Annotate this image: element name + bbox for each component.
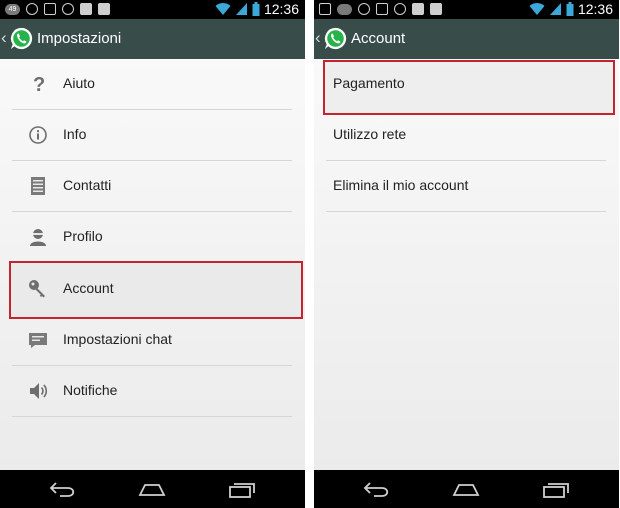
menu-item-label: Impostazioni chat [63,331,172,347]
play-store-icon [412,3,424,15]
recent-apps-icon[interactable] [541,478,571,500]
alarm-icon [394,3,406,15]
svg-text:?: ? [33,74,45,95]
profile-icon [30,229,46,246]
menu-item-aiuto[interactable]: ? Aiuto [0,59,305,110]
chat-icon [29,333,47,348]
battery-icon [566,2,574,16]
menu-item-notifiche[interactable]: Notifiche [0,366,305,417]
signal-icon [549,3,561,15]
back-icon[interactable] [48,478,78,500]
key-icon [29,280,45,298]
menu-item-label: Elimina il mio account [333,177,469,193]
menu-item-impostazioni-chat[interactable]: Impostazioni chat [0,315,305,366]
up-navigation-icon[interactable]: ‹ [315,28,321,48]
menu-item-utilizzo-rete[interactable]: Utilizzo rete [314,110,619,161]
menu-item-label: Notifiche [63,382,118,398]
notification-count-icon: 49 [5,3,20,15]
play-store-icon [430,3,442,15]
whatsapp-logo-icon[interactable] [9,26,34,51]
system-status: 12:36 [529,1,613,17]
menu-item-label: Profilo [63,228,103,244]
battery-icon [252,2,260,16]
settings-list: ? Aiuto Info Contatti Profilo Account Im… [0,59,305,470]
menu-item-label: Aiuto [63,75,95,91]
back-icon[interactable] [362,478,392,500]
status-bar: 49 12:36 [0,0,305,19]
play-store-icon [80,3,92,15]
notification-count-icon [337,3,352,15]
clock: 12:36 [577,1,613,17]
home-icon[interactable] [451,478,481,500]
sun-icon [26,3,38,15]
menu-item-label: Account [63,280,114,296]
menu-item-account[interactable]: Account [0,264,305,315]
action-bar: ‹ Impostazioni [0,19,305,59]
menu-item-label: Contatti [63,177,112,193]
image-icon [319,3,331,15]
menu-item-label: Info [63,126,87,142]
menu-item-info[interactable]: Info [0,110,305,161]
contacts-list-icon [31,177,45,195]
page-title: Impostazioni [37,30,122,47]
divider [12,416,292,417]
signal-icon [235,3,247,15]
menu-item-label: Pagamento [333,75,405,91]
system-status: 12:36 [215,1,299,17]
alarm-icon [62,3,74,15]
menu-item-profilo[interactable]: Profilo [0,212,305,263]
menu-item-contatti[interactable]: Contatti [0,161,305,212]
notification-icons: 49 [5,3,110,15]
question-mark-icon: ? [33,74,45,95]
info-icon [29,126,47,144]
whatsapp-logo-icon[interactable] [323,26,348,51]
up-navigation-icon[interactable]: ‹ [1,28,7,48]
home-icon[interactable] [137,478,167,500]
account-list: Pagamento Utilizzo rete Elimina il mio a… [314,59,619,470]
notification-icons [319,3,442,15]
status-bar: 12:36 [314,0,619,19]
clock: 12:36 [263,1,299,17]
menu-item-label: Utilizzo rete [333,126,407,142]
menu-item-elimina-account[interactable]: Elimina il mio account [314,161,619,212]
sun-icon [358,3,370,15]
menu-item-pagamento[interactable]: Pagamento [314,59,619,110]
divider [326,211,606,212]
navigation-bar [314,470,619,508]
recent-apps-icon[interactable] [227,478,257,500]
play-store-icon [98,3,110,15]
speaker-icon [30,383,48,399]
sync-icon [376,3,388,15]
navigation-bar [0,470,305,508]
action-bar: ‹ Account [314,19,619,59]
page-title: Account [351,30,406,47]
settings-screen: 49 12:36 ‹ Impostazioni ? Aiuto Info Con… [0,0,305,508]
sync-icon [44,3,56,15]
account-screen: 12:36 ‹ Account Pagamento Utilizzo rete … [314,0,619,508]
wifi-icon [529,3,545,16]
wifi-icon [215,3,231,16]
